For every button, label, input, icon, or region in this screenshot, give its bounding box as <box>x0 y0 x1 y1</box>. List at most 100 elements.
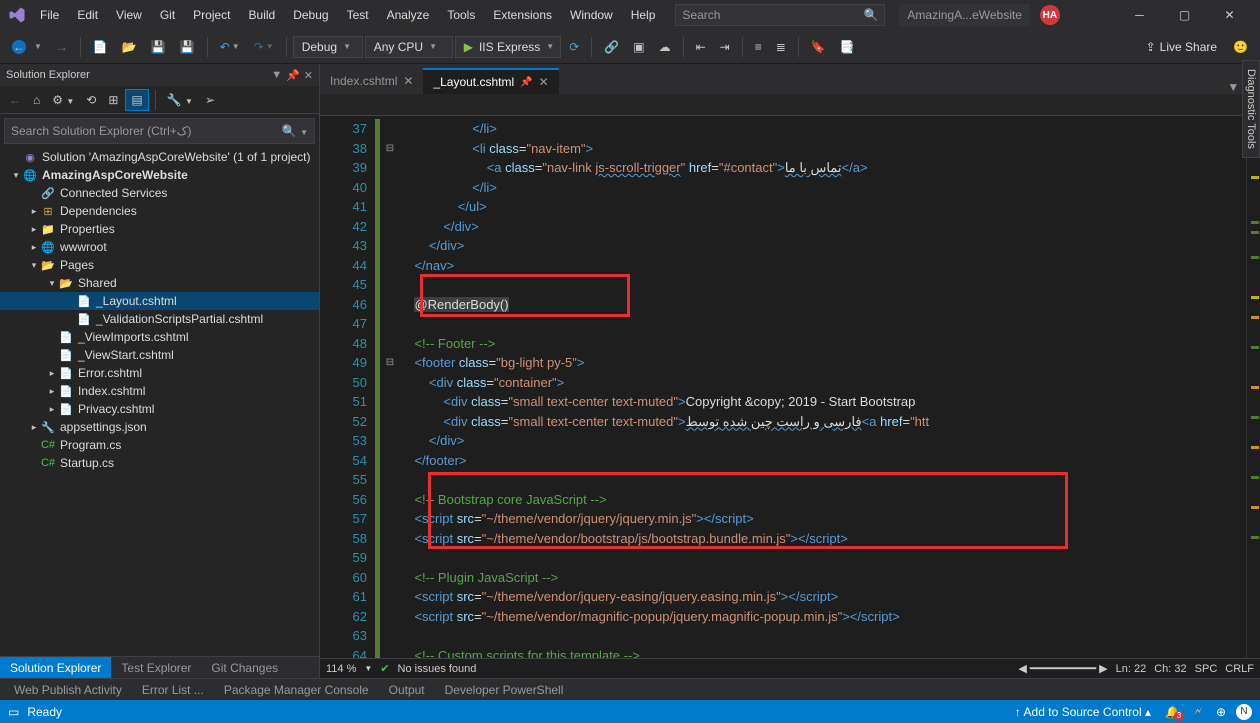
undo-button[interactable]: ↶ ▼ <box>214 36 246 58</box>
publish-icon[interactable]: ☁ <box>653 36 677 58</box>
se-home-icon[interactable]: ⌂ <box>28 90 45 110</box>
code-lines[interactable]: </li> <li class="nav-item"> <a class="na… <box>400 116 1246 658</box>
output-tab[interactable]: Web Publish Activity <box>4 683 132 697</box>
tree-item[interactable]: C#Program.cs <box>0 436 319 454</box>
menu-build[interactable]: Build <box>241 2 284 28</box>
close-button[interactable]: ✕ <box>1207 0 1252 30</box>
tree-item[interactable]: ▾🌐AmazingAspCoreWebsite <box>0 166 319 184</box>
tree-item[interactable]: ▸📁Properties <box>0 220 319 238</box>
avatar[interactable]: HA <box>1040 5 1060 25</box>
tree-item[interactable]: ▸🔧appsettings.json <box>0 418 319 436</box>
platform-dropdown[interactable]: Any CPU▼ <box>365 36 453 58</box>
menu-analyze[interactable]: Analyze <box>379 2 438 28</box>
tree-item[interactable]: 🔗Connected Services <box>0 184 319 202</box>
nav-forward-button[interactable]: → <box>50 36 74 58</box>
tree-item[interactable]: 📄_ViewImports.cshtml <box>0 328 319 346</box>
refresh-button[interactable]: ⟳ <box>563 36 585 58</box>
tree-item[interactable]: ▸📄Index.cshtml <box>0 382 319 400</box>
se-leaf-icon[interactable]: ➢ <box>200 90 220 110</box>
tree-item[interactable]: C#Startup.cs <box>0 454 319 472</box>
menu-edit[interactable]: Edit <box>69 2 106 28</box>
panel-tab[interactable]: Solution Explorer <box>0 657 111 679</box>
maximize-button[interactable]: ▢ <box>1162 0 1207 30</box>
search-input[interactable]: Search 🔍 <box>675 4 885 26</box>
tree-item[interactable]: 📄_ValidationScriptsPartial.cshtml <box>0 310 319 328</box>
menu-debug[interactable]: Debug <box>285 2 336 28</box>
menu-file[interactable]: File <box>32 2 67 28</box>
se-sync-icon[interactable]: ⟲ <box>81 90 101 110</box>
zoom-level[interactable]: 114 % <box>326 663 356 675</box>
bookmark-icon[interactable]: 🔖 <box>805 36 832 58</box>
menu-tools[interactable]: Tools <box>439 2 483 28</box>
se-back-icon[interactable]: ← <box>4 90 26 110</box>
uncomment-icon[interactable]: ≣ <box>770 36 792 58</box>
run-button[interactable]: ▶IIS Express▼ <box>455 36 562 58</box>
output-tab[interactable]: Error List ... <box>132 683 214 697</box>
char-indicator[interactable]: Ch: 32 <box>1154 663 1186 675</box>
tree-item[interactable]: 📄_ViewStart.cshtml <box>0 346 319 364</box>
tool-icon[interactable]: ▣ <box>627 36 650 58</box>
tab-dropdown-icon[interactable]: ▼ <box>1227 80 1239 94</box>
tree-item[interactable]: ▾📂Shared <box>0 274 319 292</box>
project-selector[interactable]: AmazingA...eWebsite <box>899 4 1030 26</box>
browser-link-icon[interactable]: 🔗 <box>598 36 625 58</box>
bookmark2-icon[interactable]: 📑 <box>834 36 861 58</box>
menu-extensions[interactable]: Extensions <box>485 2 560 28</box>
line-indicator[interactable]: Ln: 22 <box>1116 663 1147 675</box>
new-project-button[interactable]: 📄 <box>87 36 114 58</box>
solution-explorer-search[interactable]: Search Solution Explorer (Ctrl+ک) 🔍 ▼ <box>4 118 315 144</box>
code-editor[interactable]: 3738394041424344454647484950515253545556… <box>320 116 1260 658</box>
menu-git[interactable]: Git <box>152 2 183 28</box>
output-tab[interactable]: Developer PowerShell <box>435 683 574 697</box>
minimize-button[interactable]: ─ <box>1117 0 1162 30</box>
live-share-button[interactable]: ⇪ Live Share <box>1138 40 1225 54</box>
panel-close-icon[interactable]: ✕ <box>304 69 313 82</box>
open-button[interactable]: 📂 <box>116 36 143 58</box>
panel-tab[interactable]: Git Changes <box>201 657 288 679</box>
se-show-icon[interactable]: ▤ <box>125 89 148 111</box>
crlf-indicator[interactable]: CRLF <box>1225 663 1254 675</box>
menu-project[interactable]: Project <box>185 2 238 28</box>
fold-marks[interactable]: ⊟⊟ <box>380 116 400 658</box>
editor-tab[interactable]: _Layout.cshtml📌✕ <box>423 68 558 94</box>
se-wrench-icon[interactable]: 🔧 ▼ <box>162 90 198 110</box>
spc-indicator[interactable]: SPC <box>1195 663 1218 675</box>
editor-nav-bar[interactable] <box>320 94 1260 116</box>
menu-window[interactable]: Window <box>562 2 621 28</box>
diagnostic-tools-tab[interactable]: Diagnostic Tools <box>1242 60 1260 158</box>
overview-ruler[interactable]: ✚ ⚠ <box>1246 116 1260 658</box>
panel-pin-icon[interactable]: 📌 <box>286 69 300 82</box>
se-filter-icon[interactable]: ⊞ <box>103 90 123 110</box>
notifications-icon[interactable]: 🔔 <box>1165 705 1180 719</box>
indent-icon[interactable]: ⇤ <box>690 36 712 58</box>
tree-item[interactable]: ▸⊞Dependencies <box>0 202 319 220</box>
comment-icon[interactable]: ≡ <box>749 36 768 58</box>
panel-tab[interactable]: Test Explorer <box>111 657 201 679</box>
menu-test[interactable]: Test <box>339 2 377 28</box>
tree-item[interactable]: ▸📄Privacy.cshtml <box>0 400 319 418</box>
tree-item[interactable]: ▸📄Error.cshtml <box>0 364 319 382</box>
output-tab[interactable]: Package Manager Console <box>214 683 379 697</box>
editor-tab[interactable]: Index.cshtml✕ <box>320 68 423 94</box>
panel-dropdown-icon[interactable]: ▼ <box>271 69 282 81</box>
output-tab[interactable]: Output <box>379 683 435 697</box>
sync-icon[interactable]: ⊕ <box>1216 705 1226 719</box>
tree-item[interactable]: ▾📂Pages <box>0 256 319 274</box>
outdent-icon[interactable]: ⇥ <box>714 36 736 58</box>
bell-alert-icon[interactable]: 🗲 <box>1194 704 1202 719</box>
redo-button[interactable]: ↷ ▼ <box>248 36 280 58</box>
save-all-button[interactable]: 💾 <box>174 36 201 58</box>
nav-back-button[interactable]: ←▼ <box>6 36 48 58</box>
menu-help[interactable]: Help <box>623 2 664 28</box>
tree-item[interactable]: 📄_Layout.cshtml <box>0 292 319 310</box>
se-tool-icon[interactable]: ⚙ ▼ <box>47 90 79 110</box>
issues-status[interactable]: No issues found <box>398 663 477 675</box>
source-control-button[interactable]: ↑ Add to Source Control ▴ <box>1015 705 1151 719</box>
save-button[interactable]: 💾 <box>145 36 172 58</box>
tree-item[interactable]: ▸🌐wwwroot <box>0 238 319 256</box>
menu-view[interactable]: View <box>108 2 150 28</box>
account-icon[interactable]: N <box>1236 704 1252 720</box>
tree-item[interactable]: ◉Solution 'AmazingAspCoreWebsite' (1 of … <box>0 148 319 166</box>
config-dropdown[interactable]: Debug▼ <box>293 36 363 58</box>
feedback-icon[interactable]: 🙂 <box>1227 36 1254 58</box>
